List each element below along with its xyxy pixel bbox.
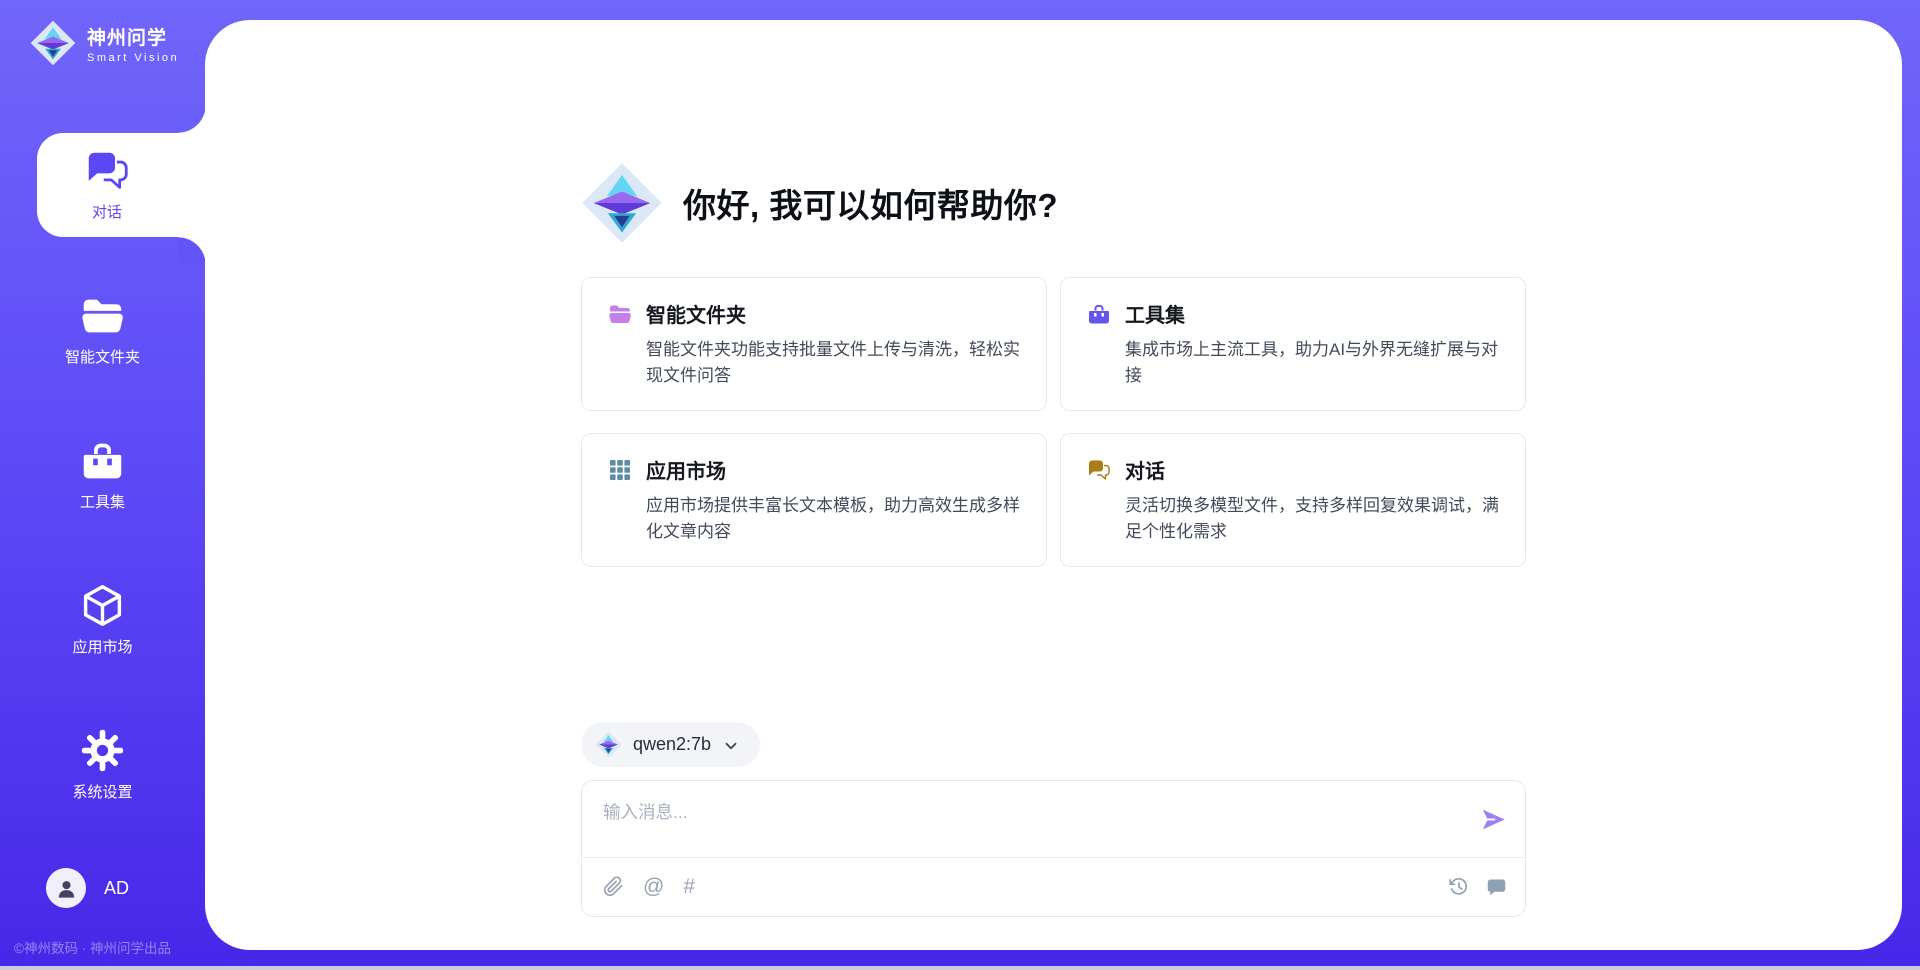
card-title: 工具集 [1125, 299, 1185, 328]
composer-toolbar: @ # [603, 856, 1507, 916]
sidebar-item-app-market[interactable]: 应用市场 [0, 568, 205, 672]
copyright-text: ©神州数码 · 神州问学出品 [14, 937, 171, 957]
feature-cards: 智能文件夹 智能文件夹功能支持批量文件上传与清洗，轻松实现文件问答 工具集 集成… [581, 277, 1526, 567]
card-header: 智能文件夹 [608, 299, 1020, 328]
tab-corner-top [178, 105, 206, 133]
toolbox-icon [1087, 302, 1111, 326]
main-content: 你好, 我可以如何帮助你? 智能文件夹 智能文件夹功能支持批量文件上传与清洗，轻… [581, 20, 1526, 917]
sidebar: 神州问学 Smart Vision 对话 智能文件夹 工具集 应用市场 系统设置 [0, 0, 205, 970]
sidebar-item-label: 智能文件夹 [65, 346, 140, 367]
greeting: 你好, 我可以如何帮助你? [581, 162, 1526, 244]
sidebar-item-settings[interactable]: 系统设置 [0, 713, 205, 817]
message-input[interactable] [603, 799, 1466, 853]
tab-corner-bottom [178, 237, 206, 265]
sidebar-item-toolset[interactable]: 工具集 [0, 423, 205, 527]
card-header: 应用市场 [608, 455, 1020, 484]
card-toolset[interactable]: 工具集 集成市场上主流工具，助力AI与外界无缝扩展与对接 [1060, 277, 1526, 411]
card-description: 智能文件夹功能支持批量文件上传与清洗，轻松实现文件问答 [646, 337, 1020, 388]
model-selector[interactable]: qwen2:7b [581, 722, 760, 767]
send-icon[interactable] [1480, 806, 1507, 833]
composer-toolbar-right [1448, 876, 1507, 897]
main-panel: 你好, 我可以如何帮助你? 智能文件夹 智能文件夹功能支持批量文件上传与清洗，轻… [205, 20, 1902, 950]
assistant-gem-icon [581, 162, 663, 244]
sidebar-item-label: 应用市场 [72, 636, 132, 657]
feedback-bubble-icon[interactable] [1486, 876, 1507, 897]
brand-subtitle: Smart Vision [87, 52, 179, 64]
screen-bottom-edge [0, 966, 1920, 970]
mention-icon[interactable]: @ [643, 876, 664, 897]
user-name: AD [104, 878, 129, 899]
sidebar-nav: 对话 智能文件夹 工具集 应用市场 系统设置 [0, 133, 205, 858]
card-title: 对话 [1125, 455, 1165, 484]
sidebar-item-smart-folder[interactable]: 智能文件夹 [0, 278, 205, 382]
brand-gem-icon [30, 20, 76, 66]
sidebar-item-label: 对话 [92, 201, 122, 222]
message-composer: @ # [581, 780, 1526, 917]
sidebar-item-label: 系统设置 [72, 781, 132, 802]
brand-text: 神州问学 Smart Vision [87, 23, 179, 64]
gear-icon [80, 728, 125, 773]
avatar [46, 868, 86, 908]
grid-icon [608, 458, 632, 482]
model-selector-row: qwen2:7b [581, 722, 1526, 767]
folder-icon [80, 293, 125, 338]
card-chat[interactable]: 对话 灵活切换多模型文件，支持多样回复效果调试，满足个性化需求 [1060, 433, 1526, 567]
attachment-icon[interactable] [603, 876, 624, 897]
card-header: 对话 [1087, 455, 1499, 484]
sidebar-item-chat[interactable]: 对话 [37, 133, 205, 237]
card-title: 智能文件夹 [646, 299, 746, 328]
cube-icon [80, 583, 125, 628]
history-icon[interactable] [1448, 876, 1469, 897]
card-description: 应用市场提供丰富长文本模板，助力高效生成多样化文章内容 [646, 493, 1020, 544]
card-smart-folder[interactable]: 智能文件夹 智能文件夹功能支持批量文件上传与清洗，轻松实现文件问答 [581, 277, 1047, 411]
user-account[interactable]: AD [0, 868, 205, 908]
card-app-market[interactable]: 应用市场 应用市场提供丰富长文本模板，助力高效生成多样化文章内容 [581, 433, 1047, 567]
brand-name: 神州问学 [87, 23, 179, 50]
model-name: qwen2:7b [633, 734, 711, 755]
chat-icon [85, 148, 130, 193]
chat-icon [1087, 458, 1111, 482]
card-title: 应用市场 [646, 455, 726, 484]
card-header: 工具集 [1087, 299, 1499, 328]
card-description: 灵活切换多模型文件，支持多样回复效果调试，满足个性化需求 [1125, 493, 1499, 544]
greeting-title: 你好, 我可以如何帮助你? [683, 179, 1058, 227]
person-icon [55, 877, 78, 900]
brand-logo: 神州问学 Smart Vision [0, 0, 205, 66]
card-description: 集成市场上主流工具，助力AI与外界无缝扩展与对接 [1125, 337, 1499, 388]
folder-icon [608, 302, 632, 326]
hash-icon[interactable]: # [683, 876, 695, 897]
model-gem-icon [595, 731, 622, 758]
toolbox-icon [80, 438, 125, 483]
sidebar-item-label: 工具集 [80, 491, 125, 512]
chevron-down-icon [722, 737, 740, 755]
